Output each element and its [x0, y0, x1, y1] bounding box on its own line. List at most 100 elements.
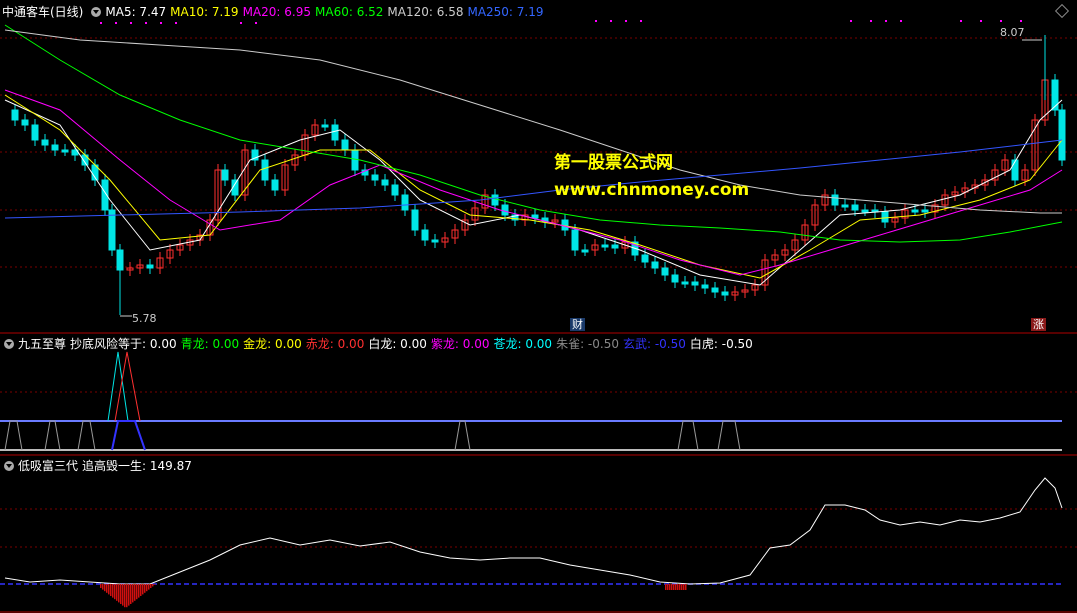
- signal-trapezoid: [454, 420, 471, 451]
- panel2-dropdown-icon[interactable]: [4, 338, 14, 349]
- candle-body: [721, 291, 729, 296]
- signal-trapezoid: [4, 420, 23, 451]
- panel3-legend-item-0: 追高毁一生: 149.87: [82, 459, 192, 473]
- signal-dot: [900, 20, 902, 22]
- watermark-title: 第一股票公式网: [554, 153, 673, 173]
- histogram-bar: [677, 584, 679, 590]
- signal-trapezoid: [677, 420, 699, 451]
- panel2-header: 九五至尊 抄底风险等于: 0.00 青龙: 0.00 金龙: 0.00 赤龙: 0.00…: [0, 334, 761, 354]
- histogram-bar: [134, 584, 136, 601]
- panel2-legend-item-0: 抄底风险等于: 0.00: [70, 337, 177, 351]
- panel2-legend-item-5: 紫龙: 0.00: [430, 337, 490, 351]
- signal-dot: [240, 22, 242, 24]
- candle-body: [116, 249, 124, 271]
- histogram-bar: [665, 584, 667, 590]
- histogram-bar: [114, 584, 116, 600]
- histogram-bar: [126, 584, 128, 608]
- candle-body: [381, 179, 389, 186]
- signal-dot: [175, 22, 177, 24]
- signal-dot: [610, 20, 612, 22]
- panel3-legend: 追高毁一生: 149.87: [82, 459, 196, 473]
- panel2-legend-item-6: 苍龙: 0.00: [493, 337, 553, 351]
- ma10-line: [4, 94, 1063, 279]
- candle-body: [831, 194, 839, 206]
- candle-body: [271, 179, 279, 191]
- candle-body: [431, 239, 439, 243]
- candle-body: [11, 109, 19, 121]
- finance-tag[interactable]: 财: [570, 318, 585, 331]
- signal-dot: [885, 20, 887, 22]
- panel2-legend-item-7: 朱雀: -0.50: [556, 337, 619, 351]
- histogram-bar: [118, 584, 120, 603]
- candle-body: [701, 284, 709, 289]
- histogram-bar: [671, 584, 673, 590]
- candle-body: [221, 169, 229, 181]
- candle-body: [681, 281, 689, 285]
- panel2-legend-item-1: 青龙: 0.00: [180, 337, 240, 351]
- candle-body: [1011, 159, 1019, 181]
- candle-body: [571, 229, 579, 251]
- panel2-title[interactable]: 九五至尊: [18, 337, 66, 351]
- spike-red: [114, 351, 141, 422]
- histogram-bar: [138, 584, 140, 598]
- histogram-bar: [132, 584, 134, 603]
- histogram-bar: [106, 584, 108, 593]
- chart-canvas[interactable]: [0, 0, 1077, 613]
- histogram-bar: [128, 584, 130, 606]
- candle-body: [331, 124, 339, 141]
- candle-body: [321, 124, 329, 128]
- candle-body: [711, 287, 719, 293]
- signal-dot: [145, 22, 147, 24]
- signal-dot: [960, 20, 962, 22]
- ma-legend-item-1: MA10: 7.19: [170, 5, 239, 19]
- histogram-bar: [675, 584, 677, 590]
- histogram-bar: [104, 584, 106, 592]
- candle-body: [146, 264, 154, 269]
- panel2-legend-item-2: 金龙: 0.00: [243, 337, 302, 351]
- signal-dot: [100, 22, 102, 24]
- candle-body: [851, 204, 859, 211]
- candle-body: [108, 209, 116, 251]
- histogram-bar: [136, 584, 138, 600]
- candle-body: [31, 124, 39, 141]
- candle-body: [491, 194, 499, 206]
- ma5-line: [4, 99, 1063, 286]
- candle-body: [21, 119, 29, 126]
- indicator-line: [4, 477, 1063, 585]
- signal-dot: [1000, 20, 1002, 22]
- signal-trapezoid: [44, 420, 61, 451]
- histogram-bar: [112, 584, 114, 598]
- candle-body: [261, 159, 269, 181]
- indicator-dropdown-icon[interactable]: [91, 6, 102, 17]
- candle-body: [531, 214, 539, 219]
- signal-dot: [640, 20, 642, 22]
- histogram-bar: [146, 584, 148, 592]
- panel2-legend-item-8: 玄武: -0.50: [622, 337, 686, 351]
- signal-dot: [980, 20, 982, 22]
- histogram-bar: [102, 584, 104, 590]
- limit-up-tag[interactable]: 涨: [1031, 318, 1046, 331]
- signal-dot: [1020, 20, 1022, 22]
- candle-body: [61, 149, 69, 153]
- spike-blue: [111, 420, 146, 451]
- panel3-dropdown-icon[interactable]: [4, 460, 14, 471]
- histogram-bar: [681, 584, 683, 590]
- panel2-legend-item-9: 白虎: -0.50: [689, 337, 753, 351]
- histogram-bar: [679, 584, 681, 590]
- candle-body: [391, 184, 399, 196]
- ma-legend-item-0: MA5: 7.47: [105, 5, 167, 19]
- candle-body: [651, 261, 659, 269]
- signal-dot: [115, 22, 117, 24]
- candle-body: [501, 204, 509, 216]
- candle-body: [841, 204, 849, 208]
- panel2-legend: 抄底风险等于: 0.00 青龙: 0.00 金龙: 0.00 赤龙: 0.00 白龙: …: [70, 337, 757, 351]
- histogram-bar: [142, 584, 144, 595]
- histogram-bar: [124, 584, 126, 608]
- stock-title[interactable]: 中通客车(日线): [2, 5, 83, 19]
- histogram-bar: [120, 584, 122, 604]
- candle-body: [881, 211, 889, 223]
- main-panel-header: 中通客车(日线) MA5: 7.47 MA10: 7.19 MA20: 6.95 MA6…: [0, 2, 552, 22]
- panel3-title[interactable]: 低吸富三代: [18, 459, 78, 473]
- panel3-header: 低吸富三代 追高毁一生: 149.87: [0, 456, 200, 476]
- signal-dot: [160, 22, 162, 24]
